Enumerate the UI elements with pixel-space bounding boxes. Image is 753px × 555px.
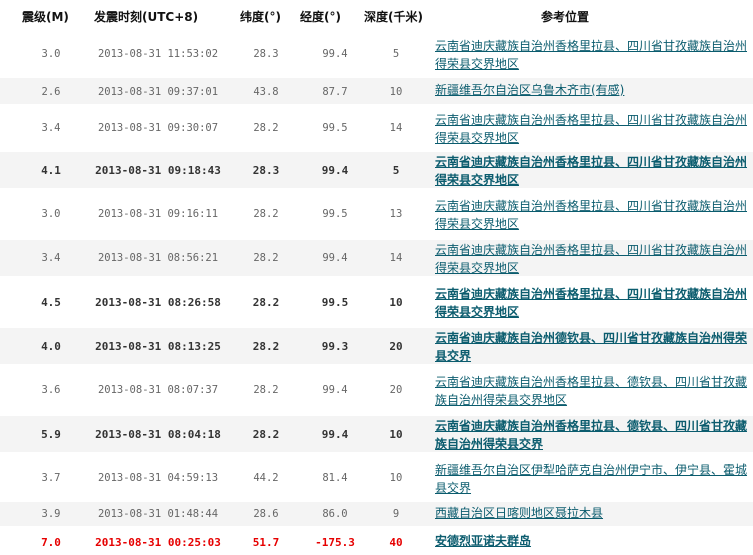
longitude-cell: 81.4 — [322, 472, 348, 484]
header-latitude: 纬度(°) — [240, 10, 281, 24]
header-time: 发震时刻(UTC+8) — [94, 10, 199, 24]
magnitude-cell: 3.0 — [41, 208, 61, 220]
depth-cell: 5 — [392, 48, 400, 60]
time-cell: 2013-08-31 09:30:07 — [97, 122, 219, 134]
time-cell: 2013-08-31 08:04:18 — [95, 428, 221, 441]
longitude-cell: 99.4 — [321, 164, 349, 177]
table-row: 4.1 2013-08-31 09:18:43 28.3 99.4 5 云南省迪… — [0, 152, 753, 188]
latitude-cell: 43.8 — [253, 86, 279, 98]
location-link[interactable]: 云南省迪庆藏族自治州香格里拉县、四川省甘孜藏族自治州得荣县交界地区 — [435, 153, 753, 189]
location-link[interactable]: 云南省迪庆藏族自治州香格里拉县、德钦县、四川省甘孜藏族自治州得荣县交界 — [435, 417, 753, 453]
longitude-cell: 99.4 — [321, 428, 349, 441]
depth-cell: 20 — [389, 384, 403, 396]
magnitude-cell: 5.9 — [41, 428, 61, 441]
header-depth: 深度(千米) — [364, 10, 423, 24]
magnitude-cell: 3.0 — [41, 48, 61, 60]
latitude-cell: 51.7 — [252, 536, 280, 549]
time-cell: 2013-08-31 04:59:13 — [97, 472, 219, 484]
depth-cell: 13 — [389, 208, 403, 220]
depth-cell: 10 — [389, 86, 403, 98]
location-link[interactable]: 云南省迪庆藏族自治州德钦县、四川省甘孜藏族自治州得荣县交界 — [435, 329, 753, 365]
magnitude-cell: 2.6 — [41, 86, 61, 98]
depth-cell: 10 — [389, 428, 403, 441]
latitude-cell: 28.2 — [252, 340, 280, 353]
longitude-cell: 99.4 — [322, 48, 348, 60]
magnitude-cell: 3.6 — [41, 384, 61, 396]
depth-cell: 5 — [392, 164, 400, 177]
depth-cell: 14 — [389, 252, 403, 264]
latitude-cell: 28.2 — [253, 252, 279, 264]
table-row: 4.0 2013-08-31 08:13:25 28.2 99.3 20 云南省… — [0, 328, 753, 364]
table-row: 5.9 2013-08-31 08:04:18 28.2 99.4 10 云南省… — [0, 416, 753, 452]
depth-cell: 10 — [389, 472, 403, 484]
longitude-cell: 99.5 — [322, 122, 348, 134]
header-longitude: 经度(°) — [300, 10, 341, 24]
magnitude-cell: 3.7 — [41, 472, 61, 484]
time-cell: 2013-08-31 08:07:37 — [97, 384, 219, 396]
table-row: 4.5 2013-08-31 08:26:58 28.2 99.5 10 云南省… — [0, 284, 753, 320]
table-header: 震级(M) 发震时刻(UTC+8) 纬度(°) 经度(°) 深度(千米) 参考位… — [0, 0, 753, 30]
location-link[interactable]: 云南省迪庆藏族自治州香格里拉县、德钦县、四川省甘孜藏族自治州得荣县交界地区 — [435, 373, 753, 409]
depth-cell: 20 — [389, 340, 403, 353]
depth-cell: 9 — [392, 508, 400, 520]
latitude-cell: 28.2 — [253, 122, 279, 134]
table-row: 7.0 2013-08-31 00:25:03 51.7 -175.3 40 安… — [0, 530, 753, 554]
depth-cell: 14 — [389, 122, 403, 134]
location-link[interactable]: 云南省迪庆藏族自治州香格里拉县、四川省甘孜藏族自治州得荣县交界地区 — [435, 241, 753, 277]
latitude-cell: 28.2 — [253, 384, 279, 396]
longitude-cell: 86.0 — [322, 508, 348, 520]
header-location: 参考位置 — [541, 10, 590, 24]
time-cell: 2013-08-31 08:26:58 — [95, 296, 221, 309]
depth-cell: 40 — [389, 536, 403, 549]
table-row: 2.6 2013-08-31 09:37:01 43.8 87.7 10 新疆维… — [0, 78, 753, 104]
latitude-cell: 28.3 — [253, 48, 279, 60]
location-link[interactable]: 云南省迪庆藏族自治州香格里拉县、四川省甘孜藏族自治州得荣县交界地区 — [435, 111, 753, 147]
longitude-cell: -175.3 — [315, 536, 355, 549]
earthquake-list-page: 震级(M) 发震时刻(UTC+8) 纬度(°) 经度(°) 深度(千米) 参考位… — [0, 0, 753, 555]
table-row: 3.9 2013-08-31 01:48:44 28.6 86.0 9 西藏自治… — [0, 502, 753, 526]
location-link[interactable]: 安德烈亚诺夫群岛 — [435, 532, 753, 550]
table-row: 3.0 2013-08-31 11:53:02 28.3 99.4 5 云南省迪… — [0, 36, 753, 72]
magnitude-cell: 3.4 — [41, 252, 61, 264]
longitude-cell: 99.3 — [321, 340, 349, 353]
time-cell: 2013-08-31 08:13:25 — [95, 340, 221, 353]
time-cell: 2013-08-31 11:53:02 — [97, 48, 219, 60]
longitude-cell: 99.4 — [322, 384, 348, 396]
latitude-cell: 28.3 — [252, 164, 280, 177]
magnitude-cell: 3.4 — [41, 122, 61, 134]
time-cell: 2013-08-31 09:37:01 — [97, 86, 219, 98]
time-cell: 2013-08-31 01:48:44 — [97, 508, 219, 520]
magnitude-cell: 4.1 — [41, 164, 61, 177]
table-row: 3.0 2013-08-31 09:16:11 28.2 99.5 13 云南省… — [0, 196, 753, 232]
time-cell: 2013-08-31 09:16:11 — [97, 208, 219, 220]
time-cell: 2013-08-31 08:56:21 — [97, 252, 219, 264]
latitude-cell: 28.2 — [253, 208, 279, 220]
location-link[interactable]: 新疆维吾尔自治区伊犁哈萨克自治州伊宁市、伊宁县、霍城县交界 — [435, 461, 753, 497]
location-link[interactable]: 新疆维吾尔自治区乌鲁木齐市(有感) — [435, 81, 753, 99]
magnitude-cell: 7.0 — [41, 536, 61, 549]
longitude-cell: 99.5 — [322, 208, 348, 220]
table-row: 3.6 2013-08-31 08:07:37 28.2 99.4 20 云南省… — [0, 372, 753, 408]
location-link[interactable]: 西藏自治区日喀则地区聂拉木县 — [435, 504, 753, 522]
time-cell: 2013-08-31 00:25:03 — [95, 536, 221, 549]
latitude-cell: 28.6 — [253, 508, 279, 520]
table-row: 3.7 2013-08-31 04:59:13 44.2 81.4 10 新疆维… — [0, 460, 753, 496]
location-link[interactable]: 云南省迪庆藏族自治州香格里拉县、四川省甘孜藏族自治州得荣县交界地区 — [435, 37, 753, 73]
location-link[interactable]: 云南省迪庆藏族自治州香格里拉县、四川省甘孜藏族自治州得荣县交界地区 — [435, 285, 753, 321]
magnitude-cell: 3.9 — [41, 508, 61, 520]
table-row: 3.4 2013-08-31 09:30:07 28.2 99.5 14 云南省… — [0, 110, 753, 146]
time-cell: 2013-08-31 09:18:43 — [95, 164, 221, 177]
header-magnitude: 震级(M) — [22, 10, 69, 24]
longitude-cell: 99.4 — [322, 252, 348, 264]
magnitude-cell: 4.0 — [41, 340, 61, 353]
location-link[interactable]: 云南省迪庆藏族自治州香格里拉县、四川省甘孜藏族自治州得荣县交界地区 — [435, 197, 753, 233]
latitude-cell: 28.2 — [252, 428, 280, 441]
latitude-cell: 44.2 — [253, 472, 279, 484]
magnitude-cell: 4.5 — [41, 296, 61, 309]
depth-cell: 10 — [389, 296, 403, 309]
longitude-cell: 87.7 — [322, 86, 348, 98]
table-row: 3.4 2013-08-31 08:56:21 28.2 99.4 14 云南省… — [0, 240, 753, 276]
latitude-cell: 28.2 — [252, 296, 280, 309]
longitude-cell: 99.5 — [321, 296, 349, 309]
